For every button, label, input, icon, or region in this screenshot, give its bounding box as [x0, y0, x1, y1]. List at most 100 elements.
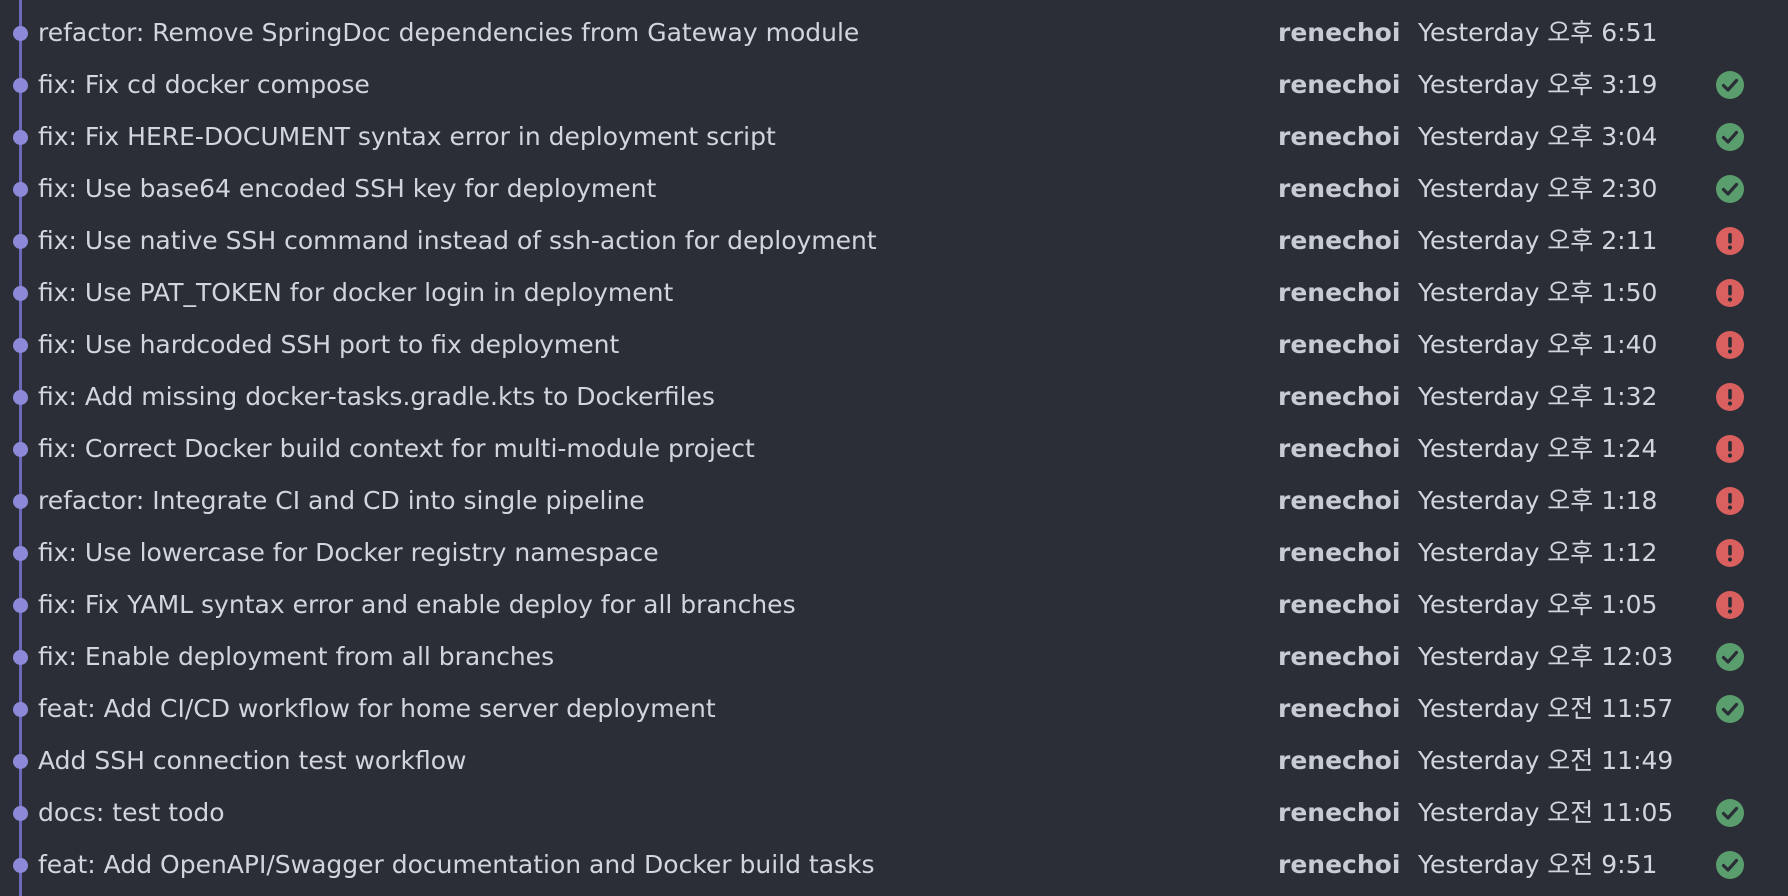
commit-node-icon [13, 546, 28, 561]
commit-time: Yesterday 오후 1:40 [1418, 330, 1658, 359]
check-failure-icon[interactable] [1715, 486, 1745, 516]
commit-author: renechoi [1278, 382, 1401, 411]
commit-time: Yesterday 오후 3:19 [1418, 70, 1658, 99]
commit-row[interactable]: fix: Use lowercase for Docker registry n… [0, 527, 1788, 579]
commit-message: Add SSH connection test workflow [38, 746, 467, 775]
commit-time: Yesterday 오후 1:24 [1418, 434, 1658, 463]
commit-author: renechoi [1278, 798, 1401, 827]
commit-time: Yesterday 오후 1:12 [1418, 538, 1658, 567]
commit-node-icon [13, 182, 28, 197]
commit-time: Yesterday 오전 11:49 [1418, 746, 1674, 775]
commit-time: Yesterday 오후 1:18 [1418, 486, 1658, 515]
commit-time: Yesterday 오후 2:11 [1418, 226, 1658, 255]
commit-row[interactable]: fix: Use PAT_TOKEN for docker login in d… [0, 267, 1788, 319]
commit-node-icon [13, 650, 28, 665]
commit-node-icon [13, 130, 28, 145]
commit-author: renechoi [1278, 746, 1401, 775]
check-success-icon[interactable] [1715, 70, 1745, 100]
commit-log: refactor: Remove SpringDoc dependencies … [0, 0, 1788, 896]
commit-time: Yesterday 오후 1:32 [1418, 382, 1658, 411]
commit-node-icon [13, 234, 28, 249]
commit-row[interactable]: fix: Add missing docker-tasks.gradle.kts… [0, 371, 1788, 423]
commit-author: renechoi [1278, 278, 1401, 307]
commit-time: Yesterday 오후 1:05 [1418, 590, 1658, 619]
commit-author: renechoi [1278, 122, 1401, 151]
commit-node-icon [13, 754, 28, 769]
commit-node-icon [13, 286, 28, 301]
commit-author: renechoi [1278, 18, 1401, 47]
commit-row[interactable]: fix: Fix HERE-DOCUMENT syntax error in d… [0, 111, 1788, 163]
commit-row[interactable]: feat: Add CI/CD workflow for home server… [0, 683, 1788, 735]
commit-node-icon [13, 26, 28, 41]
commit-time: Yesterday 오전 9:51 [1418, 850, 1658, 879]
check-success-icon[interactable] [1715, 174, 1745, 204]
check-success-icon[interactable] [1715, 850, 1745, 880]
commit-time: Yesterday 오후 12:03 [1418, 642, 1674, 671]
commit-row[interactable]: docs: test todo renechoi Yesterday 오전 11:0… [0, 787, 1788, 839]
commit-row[interactable]: refactor: Integrate CI and CD into singl… [0, 475, 1788, 527]
commit-message: fix: Fix cd docker compose [38, 70, 370, 99]
check-success-icon[interactable] [1715, 642, 1745, 672]
check-failure-icon[interactable] [1715, 278, 1745, 308]
commit-message: feat: Add CI/CD workflow for home server… [38, 694, 716, 723]
check-success-icon[interactable] [1715, 122, 1745, 152]
commit-node-icon [13, 494, 28, 509]
commit-author: renechoi [1278, 174, 1401, 203]
commit-node-icon [13, 858, 28, 873]
check-failure-icon[interactable] [1715, 590, 1745, 620]
commit-author: renechoi [1278, 694, 1401, 723]
commit-node-icon [13, 78, 28, 93]
commit-message: fix: Correct Docker build context for mu… [38, 434, 755, 463]
commit-time: Yesterday 오전 11:05 [1418, 798, 1674, 827]
check-failure-icon[interactable] [1715, 434, 1745, 464]
commit-node-icon [13, 598, 28, 613]
commit-node-icon [13, 338, 28, 353]
commit-message: fix: Fix HERE-DOCUMENT syntax error in d… [38, 122, 776, 151]
commit-author: renechoi [1278, 850, 1401, 879]
commit-message: fix: Fix YAML syntax error and enable de… [38, 590, 796, 619]
commit-author: renechoi [1278, 70, 1401, 99]
commit-author: renechoi [1278, 330, 1401, 359]
check-failure-icon[interactable] [1715, 330, 1745, 360]
commit-message: fix: Add missing docker-tasks.gradle.kts… [38, 382, 715, 411]
commit-author: renechoi [1278, 590, 1401, 619]
commit-message: feat: Add OpenAPI/Swagger documentation … [38, 850, 875, 879]
check-failure-icon[interactable] [1715, 382, 1745, 412]
commit-row[interactable]: fix: Use native SSH command instead of s… [0, 215, 1788, 267]
commit-author: renechoi [1278, 642, 1401, 671]
commit-row[interactable]: feat: Add OpenAPI/Swagger documentation … [0, 839, 1788, 891]
commit-message: fix: Use native SSH command instead of s… [38, 226, 877, 255]
commit-author: renechoi [1278, 538, 1401, 567]
commit-message: fix: Use base64 encoded SSH key for depl… [38, 174, 657, 203]
commit-time: Yesterday 오후 3:04 [1418, 122, 1658, 151]
commit-time: Yesterday 오후 1:50 [1418, 278, 1658, 307]
commit-message: fix: Use lowercase for Docker registry n… [38, 538, 659, 567]
commit-time: Yesterday 오후 2:30 [1418, 174, 1658, 203]
commit-message: fix: Use hardcoded SSH port to fix deplo… [38, 330, 620, 359]
commit-row[interactable]: fix: Enable deployment from all branches… [0, 631, 1788, 683]
check-failure-icon[interactable] [1715, 226, 1745, 256]
check-success-icon[interactable] [1715, 694, 1745, 724]
commit-message: fix: Enable deployment from all branches [38, 642, 555, 671]
commit-node-icon [13, 442, 28, 457]
commit-time: Yesterday 오후 6:51 [1418, 18, 1658, 47]
commit-author: renechoi [1278, 486, 1401, 515]
commit-node-icon [13, 702, 28, 717]
commit-message: docs: test todo [38, 798, 225, 827]
commit-author: renechoi [1278, 226, 1401, 255]
commit-message: refactor: Integrate CI and CD into singl… [38, 486, 645, 515]
check-failure-icon[interactable] [1715, 538, 1745, 568]
check-success-icon[interactable] [1715, 798, 1745, 828]
commit-row[interactable]: refactor: Remove SpringDoc dependencies … [0, 7, 1788, 59]
commit-message: fix: Use PAT_TOKEN for docker login in d… [38, 278, 674, 307]
commit-author: renechoi [1278, 434, 1401, 463]
commit-row[interactable]: fix: Use hardcoded SSH port to fix deplo… [0, 319, 1788, 371]
commit-node-icon [13, 390, 28, 405]
commit-row[interactable]: Add SSH connection test workflow renechoi… [0, 735, 1788, 787]
commit-row[interactable]: fix: Fix YAML syntax error and enable de… [0, 579, 1788, 631]
commit-node-icon [13, 806, 28, 821]
commit-row[interactable]: fix: Correct Docker build context for mu… [0, 423, 1788, 475]
commit-time: Yesterday 오전 11:57 [1418, 694, 1674, 723]
commit-row[interactable]: fix: Use base64 encoded SSH key for depl… [0, 163, 1788, 215]
commit-row[interactable]: fix: Fix cd docker compose renechoi Yester… [0, 59, 1788, 111]
